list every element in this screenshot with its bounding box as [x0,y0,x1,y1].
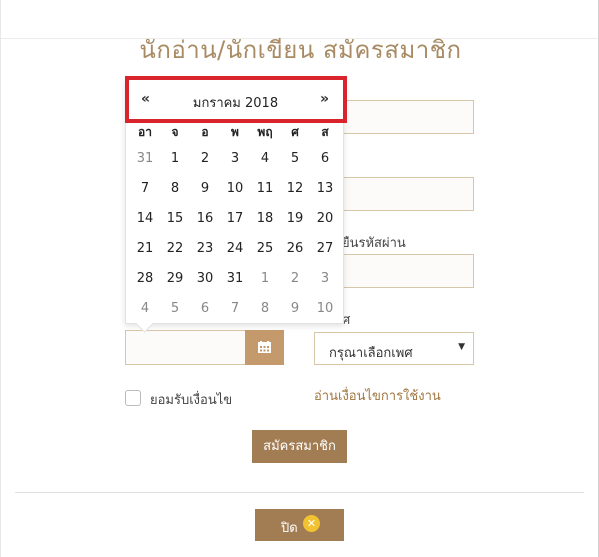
next-month-button[interactable]: » [320,91,329,107]
calendar-day[interactable]: 1 [250,271,280,286]
calendar-day[interactable]: 4 [250,151,280,166]
calendar-day[interactable]: 17 [220,211,250,226]
calendar-day[interactable]: 9 [280,301,310,316]
calendar-day[interactable]: 30 [190,271,220,286]
weekday-header: พ [231,125,239,139]
calendar-day[interactable]: 2 [190,151,220,166]
close-button-label: ปิด [281,521,298,536]
calendar-day[interactable]: 27 [310,241,340,256]
calendar-day[interactable]: 9 [190,181,220,196]
weekday-header: อ [201,125,209,139]
chevron-down-icon: ▼ [458,342,465,352]
calendar-day[interactable]: 3 [310,271,340,286]
gender-select-value: กรุณาเลือกเพศ [329,346,413,361]
calendar-day[interactable]: 12 [280,181,310,196]
calendar-day[interactable]: 28 [130,271,160,286]
calendar-day[interactable]: 26 [280,241,310,256]
accept-terms-checkbox[interactable] [125,390,141,406]
calendar-day[interactable]: 2 [280,271,310,286]
calendar-day[interactable]: 7 [130,181,160,196]
calendar-day[interactable]: 1 [160,151,190,166]
gender-select[interactable]: กรุณาเลือกเพศ ▼ [314,332,474,365]
calendar-day[interactable]: 15 [160,211,190,226]
calendar-day[interactable]: 18 [250,211,280,226]
register-button[interactable]: สมัครสมาชิก [252,430,347,463]
calendar-day[interactable]: 8 [250,301,280,316]
calendar-day[interactable]: 19 [280,211,310,226]
calendar-day[interactable]: 16 [190,211,220,226]
close-icon: ✕ [303,515,320,532]
accept-terms-label: ยอมรับเงื่อนไข [150,393,233,408]
weekday-header: ศ [291,125,299,139]
terms-link[interactable]: อ่านเงื่อนไขการใช้งาน [314,385,441,406]
calendar-day[interactable]: 5 [160,301,190,316]
datepicker-header: « มกราคม 2018 » [126,79,345,123]
calendar-day[interactable]: 6 [310,151,340,166]
calendar-day[interactable]: 10 [310,301,340,316]
birthdate-input[interactable] [125,330,246,365]
calendar-day[interactable]: 25 [250,241,280,256]
modal-footer-divider [15,492,584,493]
calendar-day[interactable]: 3 [220,151,250,166]
calendar-day[interactable]: 24 [220,241,250,256]
calendar-day[interactable]: 21 [130,241,160,256]
calendar-day[interactable]: 31 [220,271,250,286]
calendar-day[interactable]: 4 [130,301,160,316]
calendar-day[interactable]: 14 [130,211,160,226]
calendar-button[interactable] [245,330,284,365]
calendar-day[interactable]: 7 [220,301,250,316]
weekday-header: พฤ [257,125,273,139]
calendar-day[interactable]: 10 [220,181,250,196]
calendar-icon [258,341,271,353]
calendar-day[interactable]: 8 [160,181,190,196]
calendar-day[interactable]: 22 [160,241,190,256]
weekday-header: ส [321,125,329,139]
month-title[interactable]: มกราคม 2018 [126,92,345,113]
calendar-day[interactable]: 23 [190,241,220,256]
calendar-day[interactable]: 11 [250,181,280,196]
calendar-day[interactable]: 29 [160,271,190,286]
close-button[interactable]: ปิด ✕ [255,509,344,541]
datepicker: « มกราคม 2018 » อาจอพพฤศส 31 1 2 3 4 5 6 7 8 9 10 11… [125,78,345,333]
register-modal: นักอ่าน/นักเขียน สมัครสมาชิก ยืนรหัสผ่าน… [0,0,599,557]
weekday-header: จ [171,125,179,139]
calendar-day[interactable]: 13 [310,181,340,196]
calendar-day[interactable]: 6 [190,301,220,316]
confirm-password-label: ยืนรหัสผ่าน [342,236,406,251]
weekday-header: อา [138,125,152,139]
calendar-day[interactable]: 31 [130,151,160,166]
modal-title: นักอ่าน/นักเขียน สมัครสมาชิก [139,36,462,64]
calendar-day[interactable]: 20 [310,211,340,226]
calendar-day[interactable]: 5 [280,151,310,166]
